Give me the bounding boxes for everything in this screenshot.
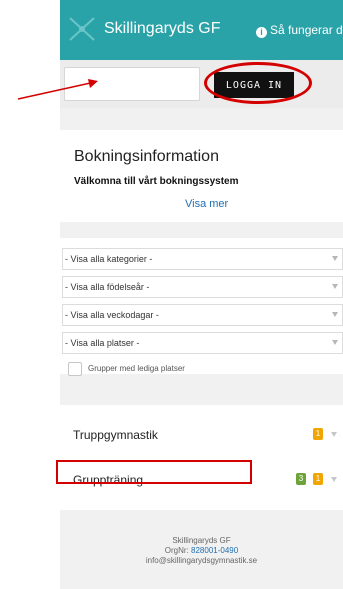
footer-orgnr-value: 828001-0490: [191, 546, 239, 555]
birth-year-select-value: - Visa alla födelseår -: [65, 282, 150, 292]
group-row-truppgymnastik[interactable]: Truppgymnastik 1: [60, 420, 343, 450]
footer-orgnr-label: OrgNr:: [164, 546, 189, 555]
show-more-link[interactable]: Visa mer: [185, 198, 228, 210]
birth-year-select[interactable]: - Visa alla födelseår -: [62, 276, 343, 298]
chevron-down-icon: [332, 340, 338, 345]
chevron-down-icon: [332, 256, 338, 261]
filter-panel: - Visa alla kategorier - - Visa alla föd…: [60, 238, 343, 374]
footer-email[interactable]: info@skillingarydsgymnastik.se: [60, 556, 343, 566]
how-it-works-label: Så fungerar de: [270, 23, 343, 37]
available-groups-checkbox[interactable]: [68, 362, 82, 376]
count-badge: 1: [313, 428, 323, 440]
screenshot: Skillingaryds GF i Så fungerar de LOGGA I…: [0, 0, 343, 589]
annotation-arrow-icon: [17, 79, 98, 100]
chevron-down-icon: [332, 284, 338, 289]
booking-info-subtitle: Välkomna till vårt bokningssystem: [74, 176, 239, 187]
footer: Skillingaryds GF OrgNr: 828001-0490 info…: [60, 536, 343, 589]
login-highlight-circle: [204, 62, 312, 104]
count-badge: 1: [313, 473, 323, 485]
location-select-value: - Visa alla platser -: [65, 338, 140, 348]
weekday-select-value: - Visa alla veckodagar -: [65, 310, 159, 320]
how-it-works-link[interactable]: i Så fungerar de: [256, 23, 343, 38]
category-select[interactable]: - Visa alla kategorier -: [62, 248, 343, 270]
group-list: Truppgymnastik 1 Gruppträning 3 1: [60, 405, 343, 510]
brand-title: Skillingaryds GF: [104, 20, 221, 37]
location-select[interactable]: - Visa alla platser -: [62, 332, 343, 354]
booking-info-title: Bokningsinformation: [74, 148, 219, 165]
footer-orgnr: OrgNr: 828001-0490: [60, 546, 343, 556]
available-groups-label: Grupper med lediga platser: [88, 364, 185, 373]
grupptraning-highlight-box: [56, 460, 252, 484]
chevron-down-icon: [332, 312, 338, 317]
top-bar: Skillingaryds GF i Så fungerar de: [60, 0, 343, 60]
group-name: Truppgymnastik: [73, 428, 158, 442]
category-select-value: - Visa alla kategorier -: [65, 254, 153, 264]
info-icon: i: [256, 27, 267, 38]
weekday-select[interactable]: - Visa alla veckodagar -: [62, 304, 343, 326]
logo-icon: [69, 17, 95, 41]
chevron-down-icon: [331, 432, 337, 437]
footer-club-name: Skillingaryds GF: [172, 536, 231, 545]
booking-info-card: Bokningsinformation Välkomna till vårt b…: [60, 130, 343, 222]
count-badge: 3: [296, 473, 306, 485]
chevron-down-icon: [331, 477, 337, 482]
